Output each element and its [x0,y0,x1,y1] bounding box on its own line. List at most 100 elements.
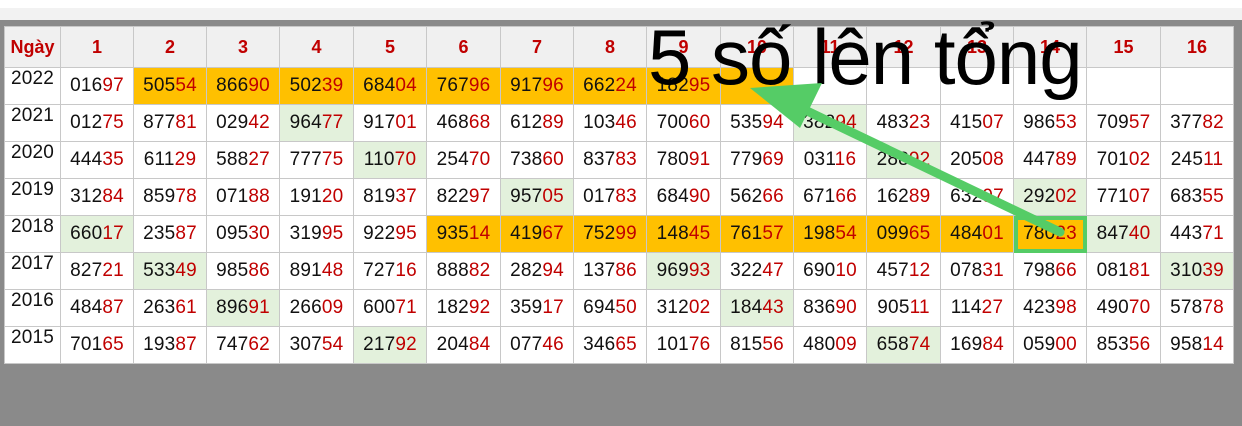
year-label: 2022 [4,67,61,105]
result-cell: 93514 [426,215,501,253]
result-cell: 20484 [426,326,501,364]
result-head-digits: 611 [143,149,175,170]
result-cell: 44435 [60,141,134,179]
result-head-digits: 182 [436,297,469,318]
result-tail-digits: 55 [1202,186,1224,207]
result-tail-digits: 12 [908,260,931,281]
result-head-digits: 694 [583,297,616,318]
result-head-digits: 099 [876,223,909,244]
result-tail-digits: 95 [395,223,417,244]
result-tail-digits: 98 [1055,297,1077,318]
result-tail-digits: 90 [688,186,711,207]
result-cell: 31284 [60,178,134,216]
result-head-digits: 110 [363,149,395,170]
result-head-digits: 632 [950,186,983,207]
result-cell: 31039 [1160,252,1234,290]
result-head-digits: 922 [363,223,396,244]
result-tail-digits: 11 [1203,149,1224,170]
result-tail-digits: 01 [982,223,1004,244]
result-cell: 21792 [353,326,427,364]
result-head-digits: 836 [803,297,836,318]
result-cell: 70957 [1086,104,1161,142]
top-strip [0,0,1242,8]
result-cell: 19120 [279,178,354,216]
result-head-digits: 266 [289,297,322,318]
year-label: 2017 [4,252,61,290]
result-tail-digits: 10 [835,260,857,281]
result-head-digits: 671 [803,186,836,207]
result-tail-digits: 86 [615,260,637,281]
result-tail-digits: 04 [395,75,417,96]
result-head-digits: 502 [289,75,322,96]
header-day-1: 1 [60,26,134,68]
result-head-digits: 319 [289,223,322,244]
result-cell: 09965 [866,215,941,253]
result-cell: 20508 [940,141,1014,179]
result-cell: 76796 [426,67,501,105]
result-head-digits: 891 [289,260,322,281]
result-cell: 88882 [426,252,501,290]
result-cell: 32247 [720,252,794,290]
table-row: 2017 82721 53349 98586 89148 72716 88882 28294 1… [4,252,1234,290]
result-tail-digits: 50 [615,297,637,318]
result-tail-digits: 60 [688,112,711,133]
result-cell: 81556 [720,326,794,364]
result-cell: 05900 [1013,326,1087,364]
result-tail-digits: 76 [688,334,711,355]
result-tail-digits: 94 [762,112,784,133]
result-tail-digits: 87 [102,297,124,318]
result-tail-digits: 47 [762,260,784,281]
result-cell: 67166 [793,178,867,216]
result-head-digits: 822 [436,186,469,207]
header-day-4: 4 [279,26,354,68]
result-tail-digits: 69 [762,149,784,170]
result-cell: 95705 [500,178,574,216]
result-tail-digits: 17 [542,297,564,318]
result-tail-digits: 60 [542,149,564,170]
result-tail-digits: 83 [615,186,637,207]
result-cell: 31995 [279,215,354,253]
result-cell: 30754 [279,326,354,364]
result-cell: 18443 [720,289,794,327]
result-tail-digits: 84 [102,186,124,207]
year-label: 2019 [4,178,61,216]
result-head-digits: 184 [730,297,763,318]
result-cell: 31202 [646,289,721,327]
result-tail-digits: 75 [102,112,124,133]
result-cell: 66224 [573,67,647,105]
header-day-8: 8 [573,26,647,68]
result-head-digits: 081 [1096,260,1129,281]
result-head-digits: 423 [1023,297,1056,318]
result-tail-digits: 82 [468,260,491,281]
result-tail-digits: 81 [175,112,197,133]
result-cell: 61129 [133,141,207,179]
result-cell: 49070 [1086,289,1161,327]
result-head-digits: 684 [656,186,689,207]
result-cell: 65874 [866,326,941,364]
result-cell: 87781 [133,104,207,142]
result-cell: 98653 [1013,104,1087,142]
result-cell: 19387 [133,326,207,364]
table-row: 2016 48487 26361 89691 26609 60071 18292 35917 6… [4,289,1234,327]
result-head-digits: 235 [143,223,176,244]
result-head-digits: 415 [950,112,983,133]
result-head-digits: 986 [1023,112,1056,133]
result-cell: 01783 [573,178,647,216]
result-tail-digits: 89 [908,186,931,207]
header-day-2: 2 [133,26,207,68]
result-tail-digits: 16 [834,149,857,170]
result-tail-digits: 11 [909,297,930,318]
result-head-digits: 701 [1096,149,1129,170]
result-cell: 83690 [793,289,867,327]
result-tail-digits: 78 [1202,297,1224,318]
result-tail-digits: 65 [908,223,931,244]
result-head-digits: 419 [510,223,543,244]
result-tail-digits: 99 [615,223,637,244]
result-cell: 41507 [940,104,1014,142]
result-head-digits: 847 [1096,223,1129,244]
result-head-digits: 562 [730,186,763,207]
result-head-digits: 985 [216,260,249,281]
result-tail-digits: 93 [688,260,711,281]
result-tail-digits: 82 [1202,112,1224,133]
result-tail-digits: 09 [321,297,344,318]
